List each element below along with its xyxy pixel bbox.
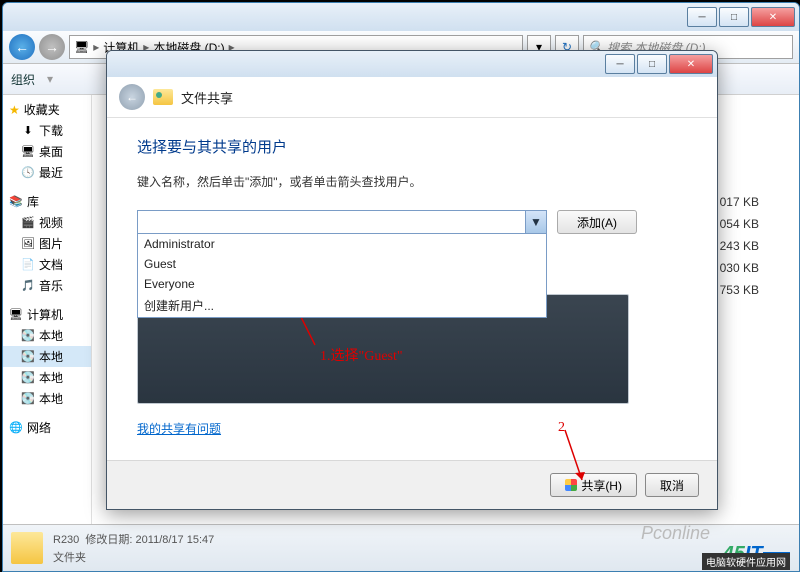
file-sharing-dialog: ─ □ ✕ ← 文件共享 选择要与其共享的用户 键入名称，然后单击"添加"，或者… [106,50,718,510]
dlg-maximize[interactable]: □ [637,54,667,74]
maximize-button[interactable]: □ [719,7,749,27]
cancel-button[interactable]: 取消 [645,473,699,497]
user-combobox[interactable]: ▼ Administrator Guest Everyone 创建新用户... [137,210,547,234]
sb-local-f[interactable]: 💽本地 [3,388,91,409]
dd-new-user[interactable]: 创建新用户... [138,294,546,317]
star-icon: ★ [9,103,20,117]
dialog-header: ← 文件共享 [107,77,717,118]
sb-desktop[interactable]: 🖥桌面 [3,141,91,162]
combo-dropdown-button[interactable]: ▼ [525,211,546,233]
troubleshoot-link[interactable]: 我的共享有问题 [137,420,687,437]
sb-local-e[interactable]: 💽本地 [3,367,91,388]
sb-pictures[interactable]: 🖼图片 [3,233,91,254]
computer-icon: 🖥 [74,40,89,54]
file-size-column: 017 KB 054 KB 243 KB 030 KB 753 KB [720,195,759,297]
sb-documents[interactable]: 📄文档 [3,254,91,275]
dlg-minimize[interactable]: ─ [605,54,635,74]
watermark-sub: 电脑软硬件应用网 [702,553,790,570]
sb-network[interactable]: 网络 [27,419,51,436]
minimize-button[interactable]: ─ [687,7,717,27]
sb-local-d[interactable]: 💽本地 [3,346,91,367]
watermark-pconline: Pconline [641,523,710,544]
dialog-title: 文件共享 [181,88,233,107]
add-button[interactable]: 添加(A) [557,210,637,234]
library-icon: 📚 [9,195,23,209]
dd-guest[interactable]: Guest [138,254,546,274]
sb-downloads[interactable]: ⬇下载 [3,120,91,141]
organize-menu[interactable]: 组织 [11,71,35,88]
folder-icon [11,532,43,564]
computer-icon: 🖥 [9,308,23,322]
shield-icon [565,479,577,491]
sb-local-c[interactable]: 💽本地 [3,325,91,346]
dialog-instruction: 键入名称，然后单击"添加"，或者单击箭头查找用户。 [137,173,687,190]
sb-libraries[interactable]: 库 [27,193,39,210]
selected-name: R230 [53,534,79,546]
sb-favorites[interactable]: 收藏夹 [24,101,60,118]
sb-computer[interactable]: 计算机 [27,306,63,323]
network-icon: 🌐 [9,421,23,435]
selected-type: 文件夹 [53,549,214,565]
dialog-titlebar: ─ □ ✕ [107,51,717,77]
dialog-footer: 共享(H) 取消 [107,460,717,509]
dd-everyone[interactable]: Everyone [138,274,546,294]
sb-recent[interactable]: 🕓最近 [3,162,91,183]
dd-administrator[interactable]: Administrator [138,234,546,254]
sb-music[interactable]: 🎵音乐 [3,275,91,296]
forward-button[interactable]: → [39,34,65,60]
user-input[interactable] [137,210,547,234]
close-button[interactable]: ✕ [751,7,795,27]
share-button[interactable]: 共享(H) [550,473,637,497]
user-dropdown: Administrator Guest Everyone 创建新用户... [137,234,547,318]
sb-videos[interactable]: 🎬视频 [3,212,91,233]
dialog-heading: 选择要与其共享的用户 [137,136,687,157]
sidebar: ★ 收藏夹 ⬇下载 🖥桌面 🕓最近 📚 库 🎬视频 🖼图片 📄文档 🎵音乐 🖥 计算机… [3,95,92,543]
dlg-back-button[interactable]: ← [119,84,145,110]
back-button[interactable]: ← [9,34,35,60]
main-titlebar: ─ □ ✕ [3,3,799,31]
share-folder-icon [153,89,173,105]
dlg-close[interactable]: ✕ [669,54,713,74]
